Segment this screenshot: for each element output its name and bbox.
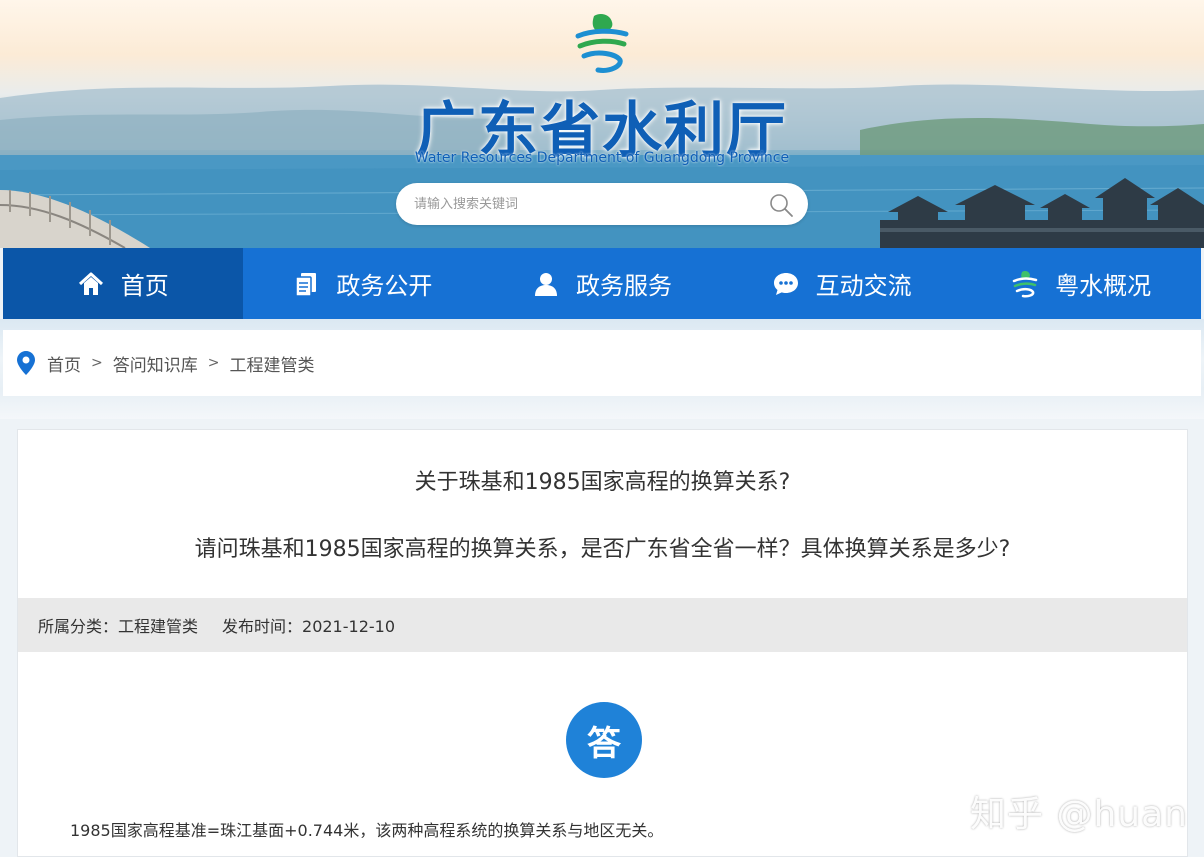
nav-item-yue-water-overview[interactable]: 粤水概况 <box>961 248 1201 319</box>
breadcrumb: 首页 > 答问知识库 > 工程建管类 <box>3 330 1201 396</box>
nav-item-label: 首页 <box>120 272 169 300</box>
user-icon <box>534 272 557 296</box>
header-banner: 广东省水利厅 Water Resources Department of Gua… <box>0 0 1204 248</box>
main-nav: 首页 政务公开 政务服务 互动交流 粤水概况 <box>3 248 1201 319</box>
chat-icon <box>773 272 798 295</box>
nav-item-label: 互动交流 <box>815 272 912 300</box>
search-box <box>396 183 808 225</box>
nav-item-label: 政务公开 <box>336 272 433 300</box>
publish-date: 发布时间：2021-12-10 <box>222 617 396 636</box>
breadcrumb-separator: > <box>207 355 220 371</box>
breadcrumb-knowledge-base-link[interactable]: 答问知识库 <box>113 351 198 376</box>
breadcrumb-category-link[interactable]: 工程建管类 <box>229 351 314 376</box>
question-body: 请问珠基和1985国家高程的换算关系，是否广东省全省一样？具体换算关系是多少? <box>194 537 1011 562</box>
answer-badge: 答 <box>566 702 642 778</box>
nav-item-label: 粤水概况 <box>1055 272 1152 300</box>
watermark: 知乎 @huan <box>970 794 1188 835</box>
breadcrumb-separator: > <box>91 355 103 371</box>
yue-emblem-icon <box>575 14 629 73</box>
question-title: 关于珠基和1985国家高程的换算关系? <box>414 470 791 495</box>
breadcrumb-home-link[interactable]: 首页 <box>47 351 81 376</box>
category-label: 所属分类：工程建管类 <box>38 617 199 636</box>
document-icon <box>295 272 317 297</box>
site-subtitle: Water Resources Department of Guangdong … <box>414 150 790 166</box>
nav-item-gov-service[interactable]: 政务服务 <box>482 248 722 319</box>
location-pin-icon <box>17 351 35 375</box>
meta-bar: 所属分类：工程建管类 发布时间：2021-12-10 <box>18 598 1187 652</box>
nav-item-label: 政务服务 <box>575 272 672 300</box>
search-input[interactable] <box>414 192 744 216</box>
yue-emblem-icon <box>1012 270 1038 297</box>
answer-text: 1985国家高程基准=珠江基面+0.744米，该两种高程系统的换算关系与地区无关… <box>70 821 664 840</box>
home-icon <box>78 272 103 295</box>
search-icon[interactable] <box>768 192 794 218</box>
nav-item-home[interactable]: 首页 <box>3 248 243 319</box>
nav-item-gov-affairs-open[interactable]: 政务公开 <box>243 248 483 319</box>
nav-item-interaction[interactable]: 互动交流 <box>722 248 962 319</box>
